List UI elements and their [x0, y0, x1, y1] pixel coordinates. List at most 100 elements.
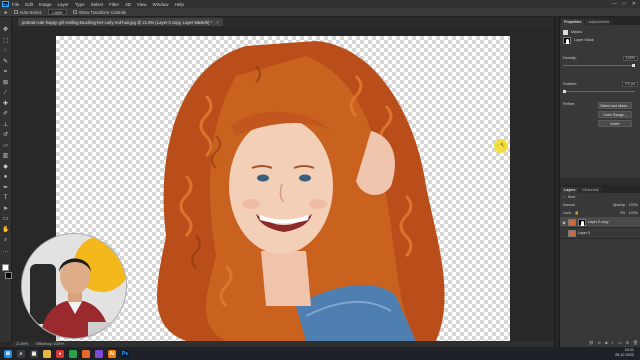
layer-thumbnail: [568, 229, 576, 237]
auto-select-checkbox[interactable]: Auto-Select:: [13, 9, 42, 15]
path-select-icon[interactable]: ➤: [2, 206, 9, 212]
eraser-icon[interactable]: ▱: [2, 143, 9, 149]
efficiency-readout: Efficiency: 100%*: [36, 342, 65, 346]
visibility-eye-icon[interactable]: ◉: [562, 220, 566, 225]
show-transform-checkbox[interactable]: Show Transform Controls: [72, 9, 126, 15]
stamp-icon[interactable]: ⊥: [2, 122, 9, 128]
refine-label: Refine:: [563, 102, 576, 106]
color-range-button[interactable]: Color Range...: [598, 111, 632, 118]
density-slider-knob[interactable]: [632, 64, 635, 67]
menu-image[interactable]: Image: [39, 2, 52, 7]
media-icon[interactable]: [95, 349, 103, 358]
adjustment-icon[interactable]: ◐: [611, 340, 613, 345]
eyedropper-icon[interactable]: ⁄: [2, 90, 9, 96]
start-icon[interactable]: ⊞: [4, 349, 12, 358]
tab-layers[interactable]: Layers: [561, 187, 579, 193]
zoom-level[interactable]: 21.69%: [16, 342, 28, 346]
fill-value[interactable]: 100%: [629, 211, 638, 215]
lasso-icon[interactable]: ◌: [2, 48, 9, 54]
blur-icon[interactable]: ◆: [2, 164, 9, 170]
pen-icon[interactable]: ✒: [2, 185, 9, 191]
clock[interactable]: 10:11 25.12.2022: [615, 348, 634, 358]
layer-row[interactable]: Layer 0: [560, 228, 640, 239]
window-controls: — □ ✕: [612, 1, 636, 7]
menu-type[interactable]: Type: [75, 2, 85, 7]
minimize-icon[interactable]: —: [612, 1, 617, 7]
chrome-icon[interactable]: ●: [56, 349, 64, 358]
properties-tabs: Properties Adjustments: [560, 17, 640, 25]
density-value[interactable]: 100%: [622, 55, 638, 61]
type-icon[interactable]: T: [2, 195, 9, 201]
dodge-icon[interactable]: ●: [2, 174, 9, 180]
lock-row: Lock: 🔒 Fill: 100%: [560, 209, 640, 217]
feather-slider[interactable]: [563, 90, 635, 93]
presenter-image: [22, 234, 126, 338]
select-and-mask-button[interactable]: Select and Mask...: [598, 102, 632, 109]
trash-icon[interactable]: 🗑: [633, 340, 638, 345]
move-icon[interactable]: ✥: [2, 27, 9, 33]
brush-icon[interactable]: ✐: [2, 111, 9, 117]
file-explorer-icon[interactable]: [43, 349, 51, 358]
kind-filter[interactable]: Kind: [568, 195, 575, 199]
density-row: Density: 100%: [563, 54, 638, 62]
menu-3d[interactable]: 3D: [125, 2, 131, 7]
more-tools-icon[interactable]: …: [2, 248, 9, 254]
layer-thumbnail: [568, 218, 576, 226]
feather-slider-knob[interactable]: [563, 90, 566, 93]
menu-view[interactable]: View: [137, 2, 147, 7]
foreground-color-swatch[interactable]: [2, 264, 9, 271]
add-mask-icon[interactable]: ◙: [605, 340, 607, 345]
fx-icon[interactable]: fx: [598, 340, 601, 345]
background-color-swatch[interactable]: [5, 271, 12, 279]
menu-select[interactable]: Select: [91, 2, 104, 7]
move-tool-icon[interactable]: ✥: [4, 10, 8, 15]
gradient-icon[interactable]: ▥: [2, 153, 9, 159]
auto-select-dropdown[interactable]: Layer: [48, 9, 67, 15]
search-icon[interactable]: ⌕: [17, 349, 25, 358]
browser-icon[interactable]: [82, 349, 90, 358]
document-tab[interactable]: portrait-cute-happy-girl-smiling-touchin…: [18, 18, 223, 26]
layer-mask-thumbnail[interactable]: [578, 218, 586, 226]
feather-label: Feather:: [563, 82, 578, 86]
history-brush-icon[interactable]: ↺: [2, 132, 9, 138]
menu-help[interactable]: Help: [175, 2, 184, 7]
quick-select-icon[interactable]: ✎: [2, 59, 9, 65]
folder-icon[interactable]: ▭: [618, 340, 622, 345]
lock-icon[interactable]: 🔒: [575, 211, 579, 215]
blend-mode-select[interactable]: Normal: [563, 203, 575, 207]
opacity-value[interactable]: 100%: [629, 203, 638, 207]
tab-channels[interactable]: Channels: [579, 187, 602, 193]
link-icon[interactable]: ⛓: [589, 340, 594, 345]
zoom-icon[interactable]: ⌕: [2, 237, 9, 243]
frame-icon[interactable]: ⊠: [2, 80, 9, 86]
menu-bar: Ps File Edit Image Layer Type Select Fil…: [0, 0, 640, 8]
task-view-icon[interactable]: ▣: [30, 349, 38, 358]
menu-filter[interactable]: Filter: [109, 2, 119, 7]
new-layer-icon[interactable]: ⊞: [626, 340, 629, 345]
app-icon[interactable]: [69, 349, 77, 358]
crop-icon[interactable]: ⌗: [2, 69, 9, 75]
search-icon: ⌕: [563, 195, 566, 199]
masks-label: Masks: [571, 30, 582, 34]
hand-icon[interactable]: ✋: [2, 227, 9, 233]
menu-edit[interactable]: Edit: [25, 2, 33, 7]
menu-window[interactable]: Window: [153, 2, 169, 7]
invert-button[interactable]: Invert: [598, 120, 632, 127]
illustrator-icon[interactable]: Ai: [108, 349, 116, 358]
webcam-overlay: [21, 233, 127, 339]
maximize-icon[interactable]: □: [623, 1, 626, 7]
layers-panel: Layers Channels ⌕ Kind Normal Opacity: 1…: [560, 185, 640, 347]
photoshop-icon[interactable]: Ps: [121, 349, 129, 358]
menu-file[interactable]: File: [12, 2, 19, 7]
shape-icon[interactable]: ▭: [2, 216, 9, 222]
layers-tabs: Layers Channels: [560, 185, 640, 193]
density-slider[interactable]: [563, 64, 635, 67]
feather-value[interactable]: 0.0 px: [622, 81, 638, 87]
menu-layer[interactable]: Layer: [58, 2, 69, 7]
close-icon[interactable]: ✕: [632, 1, 636, 7]
close-tab-icon[interactable]: ×: [216, 20, 218, 25]
layer-row[interactable]: ◉ Layer 0 copy: [560, 217, 640, 228]
right-panels: Properties Adjustments Masks Layer Mask …: [554, 17, 640, 347]
healing-icon[interactable]: ✚: [2, 101, 9, 107]
marquee-icon[interactable]: ⬚: [2, 38, 9, 44]
